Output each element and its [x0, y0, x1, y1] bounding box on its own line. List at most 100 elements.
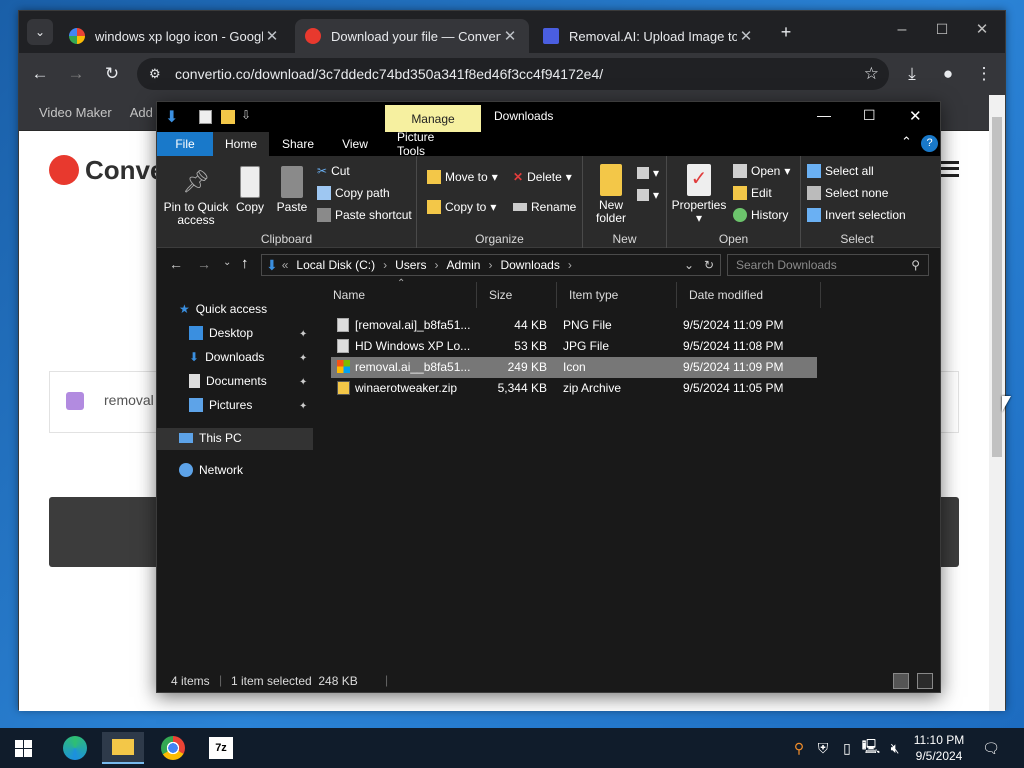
easy-access-button[interactable]: ▾ [637, 188, 659, 202]
delete-button[interactable]: ✕ Delete ▾ [513, 170, 572, 184]
maximize-icon[interactable]: ☐ [931, 21, 953, 38]
tab-home[interactable]: Home [213, 132, 269, 156]
downloads-icon[interactable]: ⤓ [899, 61, 925, 87]
usb-tray-icon[interactable]: ▯ [836, 728, 858, 768]
copy-to-button[interactable]: Copy to ▾ [427, 200, 496, 214]
breadcrumb-downloads[interactable]: Downloads [500, 258, 559, 272]
tab-convertio[interactable]: Download your file — Convertio ✕ [295, 19, 529, 53]
scrollbar-thumb[interactable] [992, 117, 1002, 457]
nav-desktop[interactable]: Desktop [189, 326, 253, 340]
cut-button[interactable]: ✂ Cut [317, 164, 350, 178]
qat-customize-icon[interactable]: ⇩ [241, 108, 251, 122]
column-date-modified[interactable]: Date modified [677, 282, 821, 308]
search-tray-icon[interactable]: ⚲ [788, 728, 810, 768]
notification-center-icon[interactable]: 🗨︎ [978, 728, 1004, 768]
dropdown-arrow-icon: ▾ [565, 170, 572, 184]
start-button[interactable] [2, 732, 44, 764]
pin-quick-access-button[interactable]: 📌︎ Pin to Quick access [163, 166, 229, 227]
file-row-selected[interactable]: removal.ai__b8fa51... 249 KB Icon 9/5/20… [331, 357, 817, 378]
up-icon[interactable]: ↑ [241, 255, 249, 272]
properties-button[interactable]: ✓ Properties ▾ [669, 164, 729, 225]
tab-google[interactable]: windows xp logo icon - Google ✕ [59, 19, 291, 53]
maximize-icon[interactable]: ☐ [863, 107, 876, 124]
down-arrow-icon: ⬇ [165, 109, 179, 126]
network-tray-icon[interactable]: 🖳︎ [860, 728, 882, 768]
menu-icon[interactable]: ⋮ [971, 61, 997, 87]
recent-locations-icon[interactable]: ⌄ [223, 257, 231, 268]
edit-button[interactable]: Edit [733, 186, 772, 200]
invert-selection-button[interactable]: Invert selection [807, 208, 906, 222]
open-button[interactable]: Open ▾ [733, 164, 790, 178]
bookmark-star-icon[interactable]: ☆ [864, 64, 879, 84]
nav-network[interactable]: Network [179, 463, 243, 477]
security-tray-icon[interactable]: ⛨ [812, 728, 834, 768]
tab-share[interactable]: Share [269, 132, 327, 156]
back-icon[interactable]: ← [27, 61, 53, 87]
search-box[interactable]: Search Downloads ⚲ [727, 254, 929, 276]
breadcrumb-local-disk[interactable]: Local Disk (C:) [296, 258, 375, 272]
file-row[interactable]: HD Windows XP Lo... 53 KB JPG File 9/5/2… [331, 336, 817, 357]
paste-button[interactable]: Paste [273, 166, 311, 214]
new-tab-icon[interactable]: + [775, 21, 797, 43]
address-path[interactable]: ⬇ « Local Disk (C:) › Users › Admin › Do… [261, 254, 721, 276]
select-none-button[interactable]: Select none [807, 186, 888, 200]
reload-icon[interactable]: ↻ [99, 61, 125, 87]
file-explorer-taskbar-button[interactable] [102, 732, 144, 764]
chrome-taskbar-button[interactable] [152, 732, 194, 764]
copy-button[interactable]: Copy [233, 166, 267, 214]
new-folder-button[interactable]: New folder [589, 164, 633, 225]
help-icon[interactable]: ? [921, 135, 938, 152]
volume-muted-icon[interactable]: 🔇︎ [884, 728, 906, 768]
edge-taskbar-button[interactable] [54, 732, 96, 764]
new-item-button[interactable]: ▾ [637, 166, 659, 180]
file-row[interactable]: winaerotweaker.zip 5,344 KB zip Archive … [331, 378, 817, 399]
file-row[interactable]: [removal.ai]_b8fa51... 44 KB PNG File 9/… [331, 315, 817, 336]
close-tab-icon[interactable]: ✕ [263, 27, 281, 45]
copy-path-button[interactable]: Copy path [317, 186, 390, 200]
minimize-icon[interactable]: — [817, 107, 831, 123]
address-bar[interactable]: ⚙ convertio.co/download/3c7ddedc74bd350a… [137, 58, 889, 90]
close-tab-icon[interactable]: ✕ [737, 27, 755, 45]
forward-icon[interactable]: → [197, 256, 211, 272]
tab-view[interactable]: View [327, 132, 383, 156]
rename-button[interactable]: Rename [513, 200, 576, 214]
move-to-button[interactable]: Move to ▾ [427, 170, 498, 184]
tab-picture-tools[interactable]: Picture Tools [383, 130, 479, 158]
address-dropdown-icon[interactable]: ⌄ [684, 258, 694, 272]
bookmark-video-maker[interactable]: Video Maker [39, 105, 112, 120]
back-icon[interactable]: ← [169, 256, 183, 272]
manage-tab[interactable]: Manage [385, 105, 481, 133]
breadcrumb-users[interactable]: Users [395, 258, 426, 272]
history-button[interactable]: History [733, 208, 788, 222]
column-size[interactable]: Size [477, 282, 557, 308]
qat-new-folder-icon[interactable] [221, 110, 235, 124]
details-view-icon[interactable] [893, 673, 909, 689]
nav-pictures[interactable]: Pictures [189, 398, 252, 412]
minimize-icon[interactable]: – [891, 21, 913, 39]
site-info-icon[interactable]: ⚙ [149, 66, 161, 82]
close-tab-icon[interactable]: ✕ [501, 27, 519, 45]
nav-downloads[interactable]: ⬇ Downloads [189, 350, 264, 364]
tab-search-button[interactable]: ⌄ [27, 19, 53, 45]
profile-icon[interactable]: ● [935, 61, 961, 87]
paste-shortcut-button[interactable]: Paste shortcut [317, 208, 412, 222]
breadcrumb-admin[interactable]: Admin [446, 258, 480, 272]
nav-this-pc[interactable]: This PC [179, 431, 242, 445]
tab-file[interactable]: File [157, 132, 213, 156]
clock[interactable]: 11:10 PM 9/5/2024 [910, 732, 968, 764]
select-all-button[interactable]: Select all [807, 164, 874, 178]
forward-icon[interactable]: → [63, 61, 89, 87]
close-icon[interactable]: ✕ [909, 107, 922, 125]
refresh-icon[interactable]: ↻ [704, 258, 714, 272]
tab-removal-ai[interactable]: Removal.AI: Upload Image to C ✕ [533, 19, 765, 53]
nav-documents[interactable]: Documents [189, 374, 267, 388]
column-name[interactable]: Name [321, 282, 477, 308]
close-window-icon[interactable]: ✕ [971, 20, 993, 38]
qat-properties-icon[interactable] [199, 110, 212, 124]
column-item-type[interactable]: Item type [557, 282, 677, 308]
large-icons-view-icon[interactable] [917, 673, 933, 689]
nav-quick-access[interactable]: ★ Quick access [179, 302, 267, 316]
collapse-ribbon-icon[interactable]: ⌃ [901, 134, 912, 150]
7zip-taskbar-button[interactable]: 7z [200, 732, 242, 764]
breadcrumb-overflow[interactable]: « [282, 258, 289, 272]
